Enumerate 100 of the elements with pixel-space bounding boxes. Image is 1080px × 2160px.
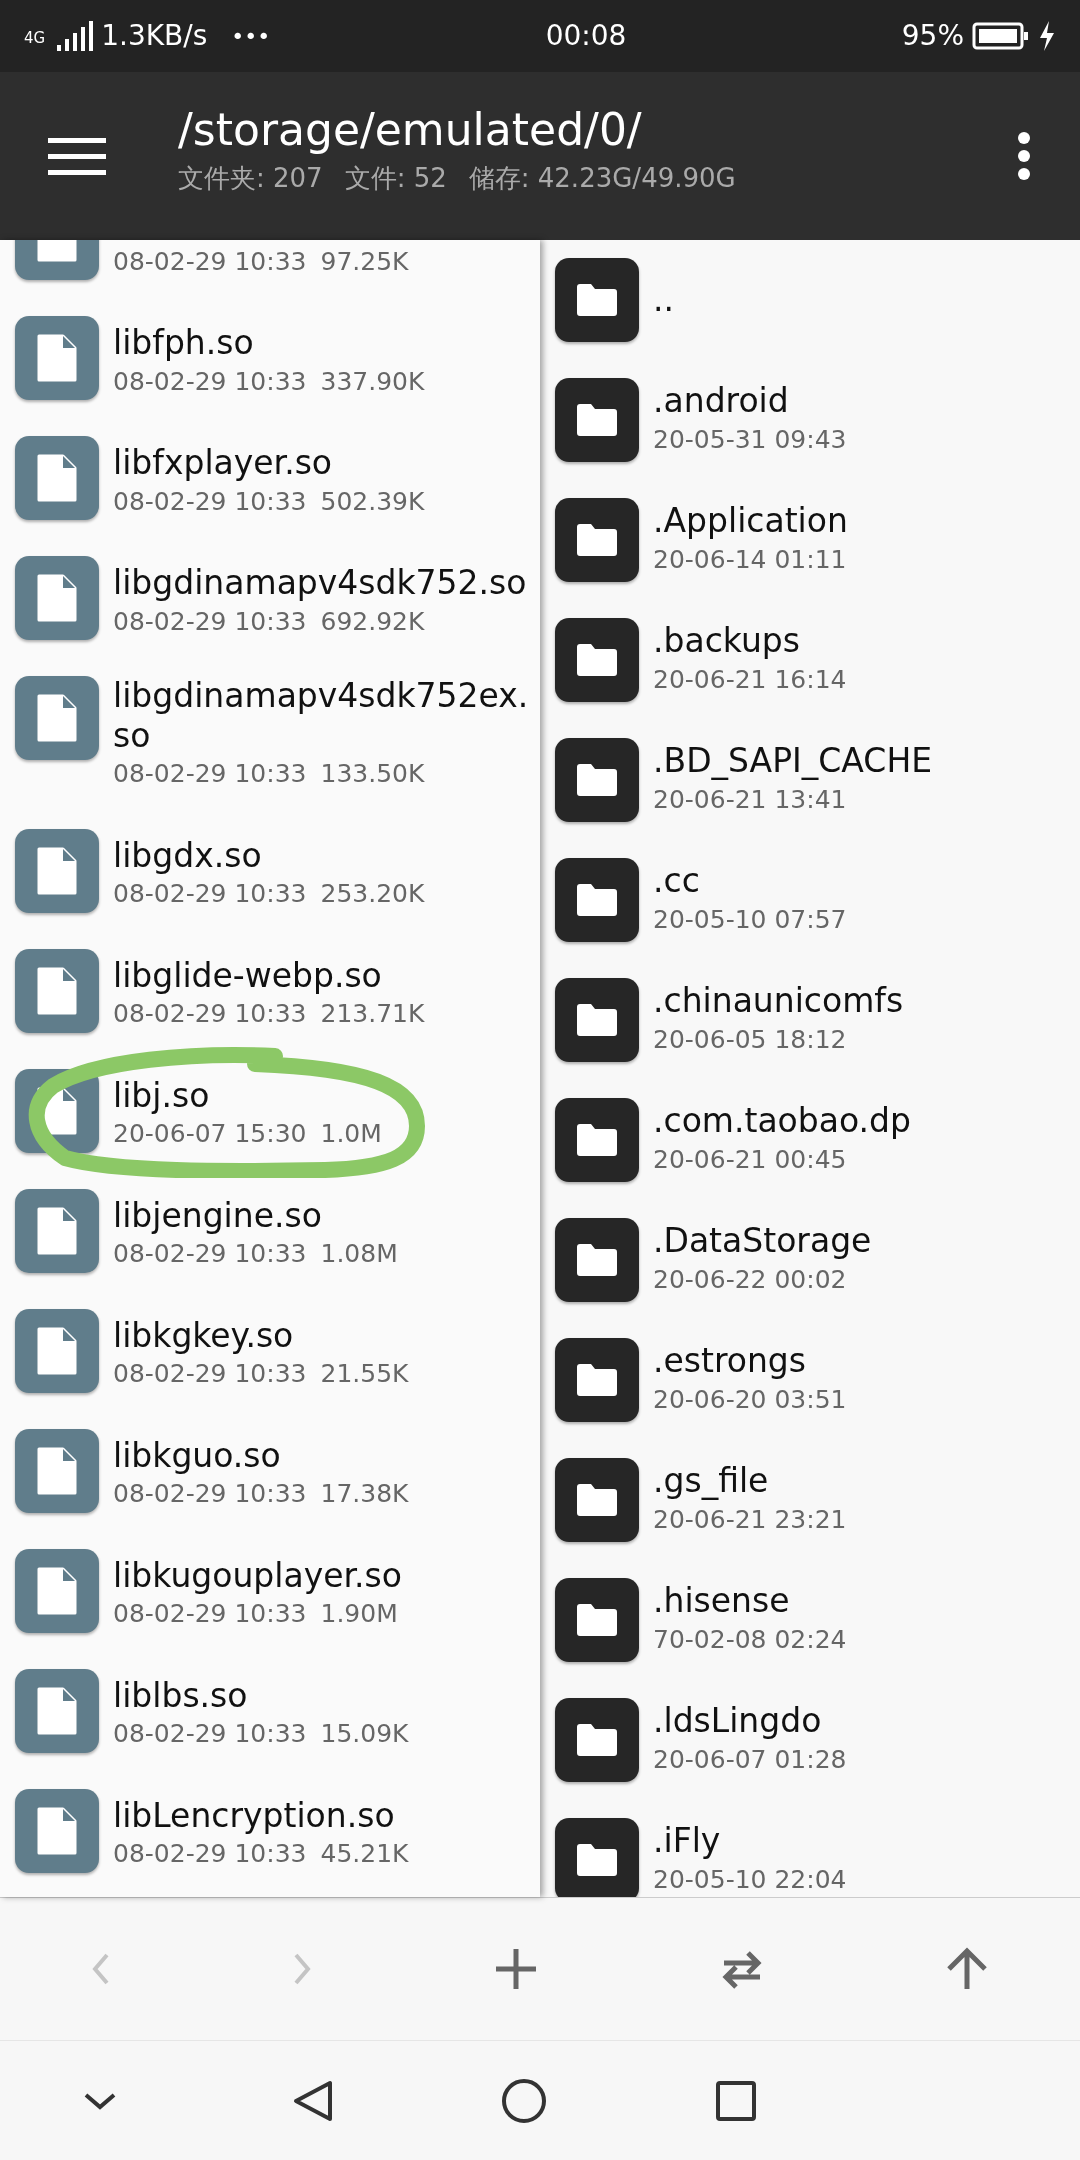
file-size: 1.08M xyxy=(320,1238,398,1271)
file-icon xyxy=(15,1548,99,1633)
file-name: libgdinamapv4sdk752ex.so xyxy=(113,676,530,756)
back-icon xyxy=(90,1953,111,1985)
file-date: 08-02-29 10:33 xyxy=(113,605,307,638)
file-row[interactable]: libglide-webp.so 08-02-29 10:33 213.71K xyxy=(0,930,540,1051)
folder-row[interactable]: .iFly 20-05-10 22:04 xyxy=(540,1800,1080,1897)
file-row[interactable]: libfxplayer.so 08-02-29 10:33 502.39K xyxy=(0,418,540,538)
folder-row[interactable]: .gs_file 20-06-21 23:21 xyxy=(540,1440,1080,1560)
folder-date: 20-06-21 13:41 xyxy=(653,784,848,817)
folder-row[interactable]: .. xyxy=(540,240,1080,360)
folder-date: 20-06-22 00:02 xyxy=(653,1264,848,1297)
file-name: libkgkey.so xyxy=(113,1315,295,1356)
file-date: 08-02-29 10:33 xyxy=(113,1478,307,1511)
folder-date: 20-06-21 00:45 xyxy=(653,1144,848,1177)
folder-icon xyxy=(555,1338,639,1422)
folder-row[interactable]: .cc 20-05-10 07:57 xyxy=(540,840,1080,960)
folder-date: 20-06-20 03:51 xyxy=(653,1384,848,1417)
folder-row[interactable]: .BD_SAPI_CACHE 20-06-21 13:41 xyxy=(540,720,1080,840)
file-row[interactable]: libfph.so 08-02-29 10:33 337.90K xyxy=(0,298,540,418)
file-name: libfxplayer.so xyxy=(113,442,333,483)
file-date: 08-02-29 10:33 xyxy=(113,878,307,911)
folder-row[interactable]: .estrongs 20-06-20 03:51 xyxy=(540,1320,1080,1440)
nav-home-button[interactable] xyxy=(502,2078,546,2123)
file-row[interactable]: libgdinamapv4sdk752.so 08-02-29 10:33 692.92K xyxy=(0,538,540,658)
file-date: 08-02-29 10:33 xyxy=(113,1358,307,1391)
file-size: 97.25K xyxy=(320,245,409,278)
folder-row[interactable]: .backups 20-06-21 16:14 xyxy=(540,600,1080,720)
folder-date: 70-02-08 02:24 xyxy=(653,1624,848,1657)
file-date: 08-02-29 10:33 xyxy=(113,485,307,518)
nav-recents-button[interactable] xyxy=(714,2078,758,2123)
file-size: 45.21K xyxy=(320,1838,409,1871)
file-date: 08-02-29 10:33 xyxy=(113,1238,307,1271)
folder-name: .hisense xyxy=(653,1581,791,1622)
storage-stat: 文件: 52 xyxy=(344,161,447,195)
file-size: 692.92K xyxy=(320,605,425,638)
folder-row[interactable]: .Application 20-06-14 01:11 xyxy=(540,480,1080,600)
overflow-menu-button[interactable] xyxy=(1016,131,1032,181)
folder-row[interactable]: .com.taobao.dp 20-06-21 00:45 xyxy=(540,1080,1080,1200)
file-icon xyxy=(15,1428,99,1513)
folder-row[interactable]: .chinaunicomfs 20-06-05 18:12 xyxy=(540,960,1080,1080)
nav-recents-icon xyxy=(714,2078,758,2123)
file-size: 502.39K xyxy=(320,485,425,518)
add-button[interactable] xyxy=(494,1947,538,1991)
folder-row[interactable]: .android 20-05-31 09:43 xyxy=(540,360,1080,480)
folder-icon xyxy=(555,618,639,702)
folder-name: .gs_file xyxy=(653,1461,770,1502)
file-icon xyxy=(15,436,99,520)
folder-date: 20-06-21 16:14 xyxy=(653,664,848,697)
file-row[interactable]: 08-02-29 10:33 97.25K xyxy=(0,240,540,298)
file-row[interactable]: libkguo.so 08-02-29 10:33 17.38K xyxy=(0,1410,540,1531)
folder-name: .BD_SAPI_CACHE xyxy=(653,741,934,782)
folder-date: 20-05-10 07:57 xyxy=(653,904,848,937)
file-size: 1.90M xyxy=(320,1598,398,1631)
folder-date: 20-06-14 01:11 xyxy=(653,544,848,577)
file-icon xyxy=(15,316,99,400)
file-name: libLencryption.so xyxy=(113,1795,396,1836)
storage-stat: 储存: 42.23G/49.90G xyxy=(468,161,736,195)
folder-date: 20-06-05 18:12 xyxy=(653,1024,848,1057)
file-name: libkugouplayer.so xyxy=(113,1555,403,1596)
file-name: libgdinamapv4sdk752.so xyxy=(113,562,528,603)
file-name: liblbs.so xyxy=(113,1675,249,1716)
folder-icon xyxy=(555,738,639,822)
file-row[interactable]: libkgkey.so 08-02-29 10:33 21.55K xyxy=(0,1290,540,1411)
more-indicator: ••• xyxy=(231,22,271,51)
file-name: libfph.so xyxy=(113,322,255,363)
file-row[interactable]: libjengine.so 08-02-29 10:33 1.08M xyxy=(0,1170,540,1291)
file-row[interactable]: libj.so 20-06-07 15:30 1.0M xyxy=(0,1050,540,1171)
file-name: libjengine.so xyxy=(113,1195,323,1236)
file-size: 253.20K xyxy=(320,878,425,911)
file-icon xyxy=(15,1308,99,1393)
folder-row[interactable]: .ldsLingdo 20-06-07 01:28 xyxy=(540,1680,1080,1800)
folder-path: /storage/emulated/0/ xyxy=(178,106,643,155)
file-row[interactable]: libLencryption.so 08-02-29 10:33 45.21K xyxy=(0,1770,540,1891)
file-icon xyxy=(15,948,99,1033)
file-row[interactable]: libkugouplayer.so 08-02-29 10:33 1.90M xyxy=(0,1530,540,1651)
file-size: 15.09K xyxy=(320,1718,409,1751)
folder-date: 20-06-07 01:28 xyxy=(653,1744,848,1777)
folder-icon xyxy=(555,978,639,1062)
folder-icon xyxy=(555,1578,639,1662)
folder-name: .cc xyxy=(653,861,701,902)
file-date: 08-02-29 10:33 xyxy=(113,758,307,791)
folder-date: 20-05-31 09:43 xyxy=(653,424,848,457)
file-row[interactable]: libgdx.so 08-02-29 10:33 253.20K xyxy=(0,810,540,931)
folder-row[interactable]: .hisense 70-02-08 02:24 xyxy=(540,1560,1080,1680)
folder-icon xyxy=(555,1458,639,1542)
battery-icon xyxy=(972,21,1030,51)
folder-row[interactable]: .DataStorage 20-06-22 00:02 xyxy=(540,1200,1080,1320)
add-icon xyxy=(494,1947,538,1991)
file-name: libglide-webp.so xyxy=(113,955,383,996)
file-icon xyxy=(15,828,99,913)
folder-name: .ldsLingdo xyxy=(653,1701,823,1742)
file-size: 17.38K xyxy=(320,1478,409,1511)
folder-name: .backups xyxy=(653,621,801,662)
network-speed: 1.3KB/s xyxy=(101,18,208,54)
file-name: libkguo.so xyxy=(113,1435,282,1476)
file-row[interactable]: liblbs.so 08-02-29 10:33 15.09K xyxy=(0,1650,540,1771)
file-size: 133.50K xyxy=(320,758,425,791)
file-row[interactable]: libgdinamapv4sdk752ex.so 08-02-29 10:33 133.50K xyxy=(0,658,540,811)
battery-percent: 95% xyxy=(901,18,964,54)
